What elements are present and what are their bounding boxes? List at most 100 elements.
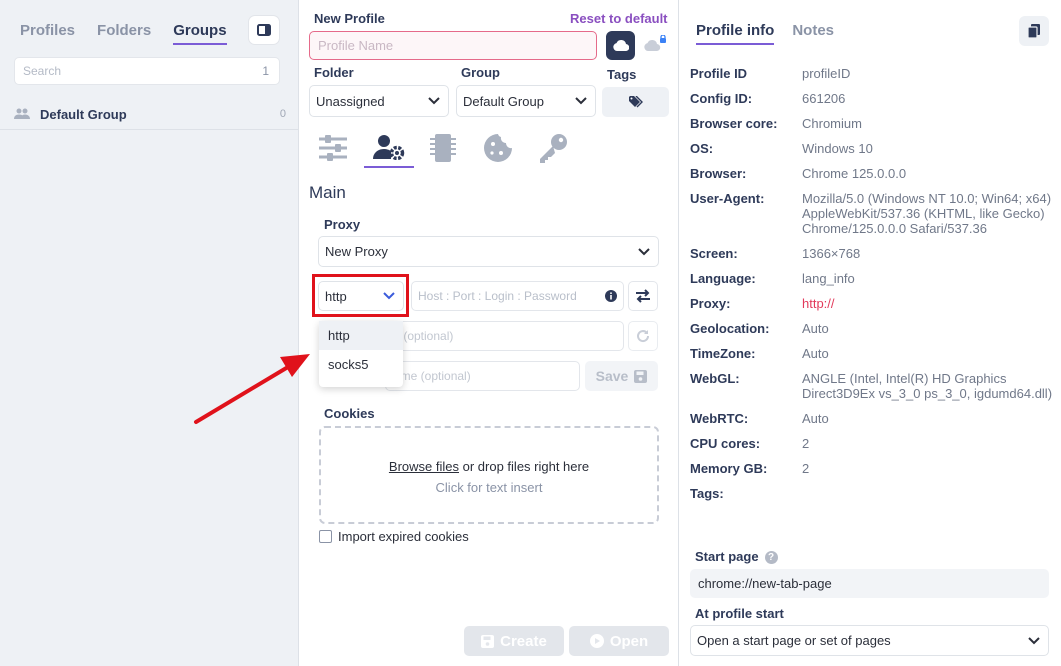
- cookies-dropzone[interactable]: Browse files or drop files right here Cl…: [319, 426, 659, 524]
- tab-general-settings[interactable]: [312, 128, 354, 168]
- tab-profiles[interactable]: Profiles: [20, 22, 75, 45]
- tab-hardware[interactable]: [422, 128, 464, 168]
- swap-proxy-button[interactable]: [628, 281, 658, 311]
- chevron-down-icon: [428, 97, 440, 105]
- cloud-lock-button[interactable]: [643, 33, 669, 57]
- user-gear-icon: [373, 135, 405, 160]
- info-key: Language:: [690, 271, 756, 286]
- group-item-default[interactable]: Default Group 0: [0, 99, 298, 130]
- proxy-type-dropdown: http socks5: [319, 321, 403, 387]
- search-input[interactable]: Search 1: [14, 57, 280, 85]
- tab-cookies[interactable]: [477, 128, 519, 168]
- tags-icon: [628, 96, 643, 108]
- refresh-button[interactable]: [628, 321, 658, 351]
- cloud-lock-icon: [644, 35, 666, 52]
- info-value: ANGLE (Intel, Intel(R) HD Graphics Direc…: [802, 371, 1053, 401]
- save-icon: [634, 369, 648, 383]
- info-key: OS:: [690, 141, 714, 156]
- left-sidebar: Profiles Folders Groups Search 1 Default…: [0, 0, 299, 666]
- profile-name-placeholder: Profile Name: [318, 38, 394, 53]
- tags-label: Tags: [607, 67, 637, 82]
- sidebar-toggle-icon: [257, 24, 271, 36]
- import-expired-label: Import expired cookies: [338, 529, 469, 544]
- tab-folders[interactable]: Folders: [97, 22, 151, 45]
- at-profile-start-select[interactable]: Open a start page or set of pages: [690, 625, 1049, 656]
- tab-notes[interactable]: Notes: [792, 22, 834, 45]
- info-value: Chromium: [802, 116, 862, 131]
- proxy-host-input[interactable]: Host : Port : Login : Password: [411, 281, 624, 311]
- arrow-annotation-icon: [194, 354, 310, 424]
- dropdown-option-socks5[interactable]: socks5: [319, 350, 403, 379]
- group-count: 0: [279, 108, 286, 120]
- start-page-label: Start page?: [695, 549, 778, 565]
- start-page-input[interactable]: chrome://new-tab-page: [690, 569, 1049, 598]
- proxy-select[interactable]: New Proxy: [318, 236, 659, 267]
- tab-groups[interactable]: Groups: [173, 22, 227, 45]
- refresh-icon: [637, 330, 650, 343]
- dropdown-option-http[interactable]: http: [319, 321, 403, 350]
- info-icon: [605, 290, 617, 302]
- import-expired-cookies[interactable]: Import expired cookies: [319, 529, 469, 544]
- proxy-name-input[interactable]: ame (optional): [385, 361, 580, 391]
- info-key: Tags:: [690, 486, 724, 501]
- sidebar-tabs: Profiles Folders Groups: [20, 22, 249, 45]
- cloud-icon: [612, 40, 629, 51]
- import-expired-checkbox[interactable]: [319, 530, 332, 543]
- play-icon: [589, 634, 604, 648]
- info-value: http://: [802, 296, 835, 311]
- key-icon: [540, 134, 567, 163]
- at-profile-start-value: Open a start page or set of pages: [697, 633, 891, 648]
- info-value: Chrome 125.0.0.0: [802, 166, 907, 181]
- info-key: CPU cores:: [690, 436, 761, 451]
- browse-files-link[interactable]: Browse files: [389, 459, 459, 474]
- start-page-value: chrome://new-tab-page: [698, 576, 832, 591]
- tab-profile-info[interactable]: Profile info: [696, 22, 775, 45]
- tab-keys[interactable]: [532, 128, 574, 168]
- info-key: Screen:: [690, 246, 738, 261]
- help-icon: ?: [764, 551, 778, 565]
- info-key: User-Agent:: [690, 191, 765, 206]
- group-name: Default Group: [40, 106, 127, 122]
- chevron-down-icon: [638, 247, 650, 255]
- info-value: 661206: [802, 91, 846, 106]
- info-value: profileID: [802, 66, 851, 81]
- proxy-host-placeholder: Host : Port : Login : Password: [418, 289, 577, 303]
- info-value: Windows 10: [802, 141, 873, 156]
- panel-toggle-button[interactable]: [249, 16, 279, 44]
- cloud-button[interactable]: [606, 31, 635, 60]
- search-placeholder: Search: [23, 64, 62, 78]
- open-button[interactable]: Open: [569, 626, 669, 656]
- section-title-main: Main: [309, 183, 346, 202]
- info-key: WebRTC:: [690, 411, 749, 426]
- info-value: Auto: [802, 346, 829, 361]
- users-icon: [14, 108, 30, 119]
- group-select[interactable]: Default Group: [456, 85, 596, 117]
- profile-form: New Profile Reset to default Profile Nam…: [299, 0, 679, 666]
- save-proxy-button[interactable]: Save: [585, 361, 658, 391]
- drop-hint: or drop files right here: [462, 459, 590, 474]
- reset-to-default-link[interactable]: Reset to default: [570, 11, 668, 26]
- proxy-link-input[interactable]: k (optional): [385, 321, 624, 351]
- folder-select[interactable]: Unassigned: [309, 85, 449, 117]
- tab-main[interactable]: [364, 128, 414, 168]
- form-title: New Profile: [314, 11, 385, 26]
- chevron-down-icon: [575, 97, 587, 105]
- profile-info-panel: Profile info Notes Profile ID profileID Co…: [680, 0, 1061, 666]
- info-key: Profile ID: [690, 66, 748, 81]
- info-value: 1366×768: [802, 246, 861, 261]
- copy-button[interactable]: [1019, 16, 1049, 46]
- info-value: 2: [802, 461, 810, 476]
- info-key: Proxy:: [690, 296, 731, 311]
- sliders-icon: [319, 135, 347, 161]
- proxy-select-value: New Proxy: [325, 244, 388, 259]
- info-key: Browser:: [690, 166, 747, 181]
- profile-name-input[interactable]: Profile Name: [309, 31, 597, 60]
- info-key: Config ID:: [690, 91, 753, 106]
- copy-icon: [1028, 24, 1040, 38]
- create-button[interactable]: Create: [464, 626, 564, 656]
- proxy-name-placeholder: ame (optional): [394, 369, 471, 383]
- tags-button[interactable]: [602, 87, 669, 117]
- chip-icon: [430, 134, 456, 162]
- save-label: Save: [595, 368, 629, 384]
- info-key: TimeZone:: [690, 346, 756, 361]
